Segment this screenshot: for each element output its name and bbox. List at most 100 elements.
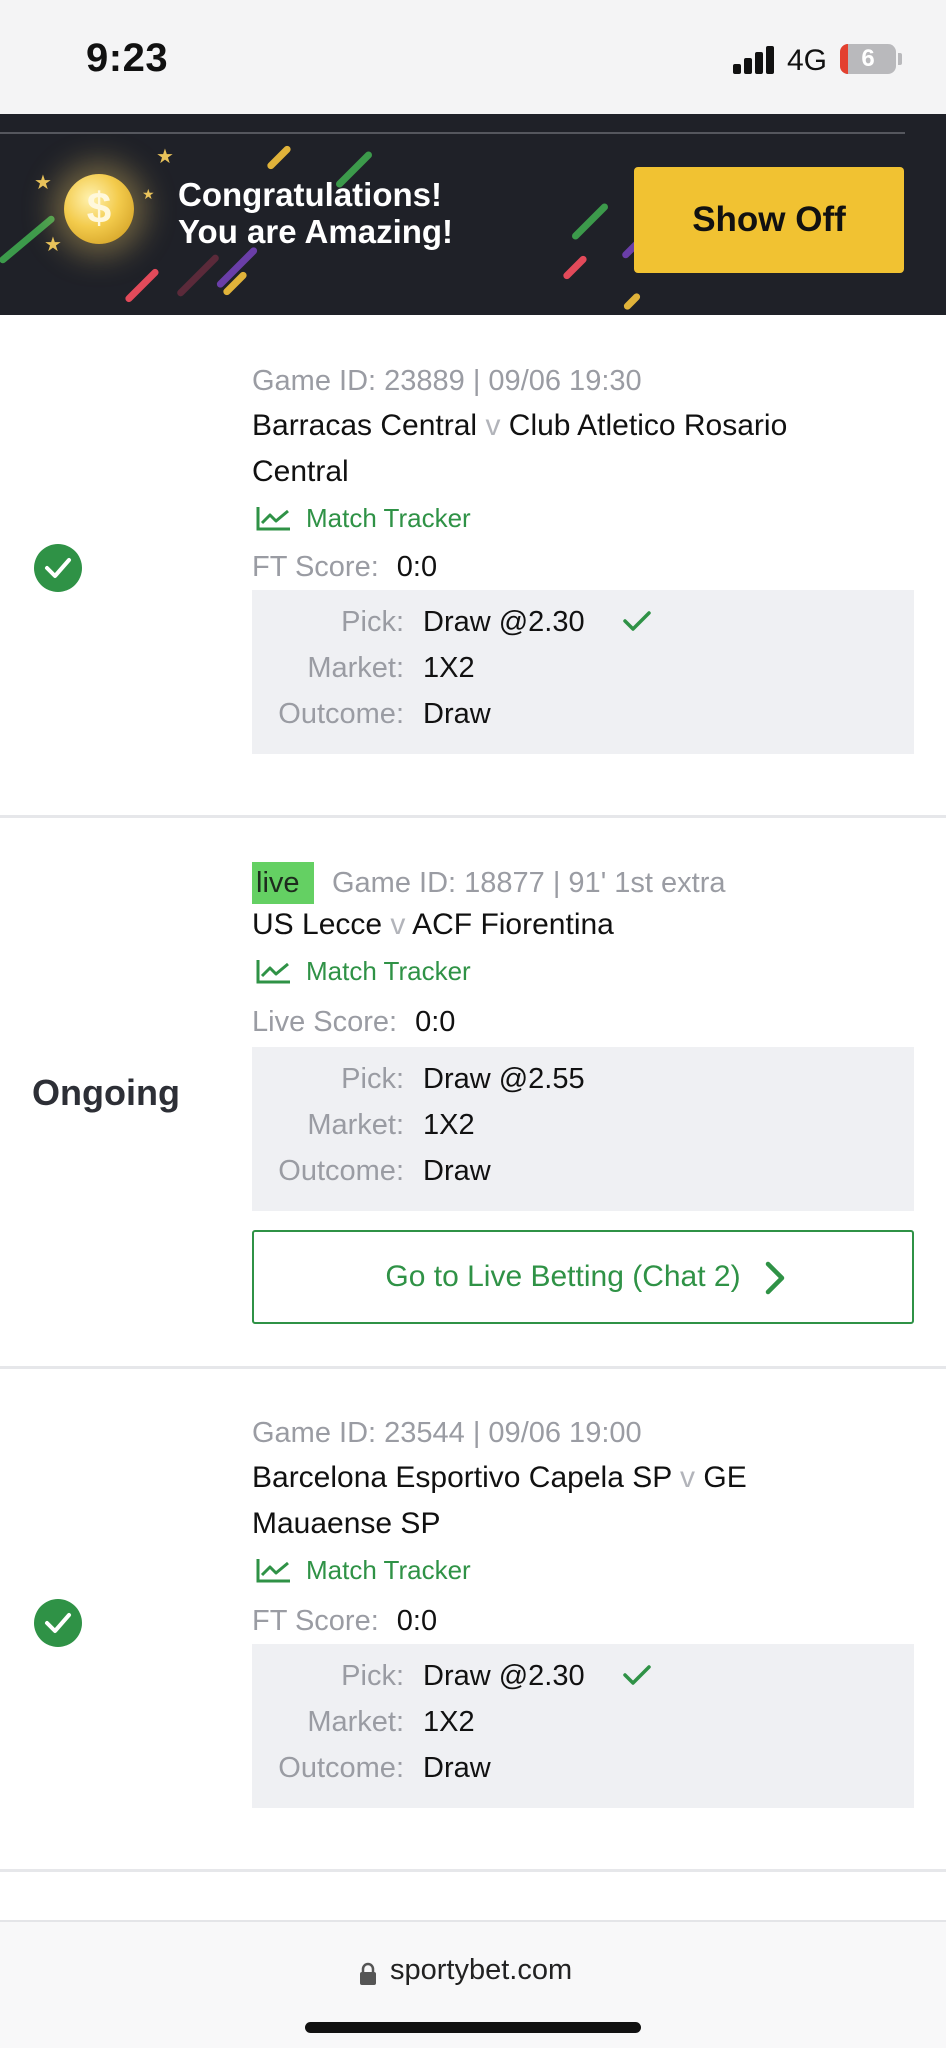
outcome-label: Outcome: — [278, 1155, 404, 1187]
match-tracker-link[interactable]: Match Tracker — [252, 501, 492, 535]
pick-row: Pick: Draw @2.30 — [252, 606, 914, 652]
url-address[interactable]: sportybet.com — [390, 1954, 572, 1987]
market-label: Market: — [307, 1109, 404, 1141]
battery-level: 6 — [861, 45, 875, 72]
bet-card: Ongoing live Game ID: 18877 | 91' 1st ex… — [0, 818, 946, 1366]
pick-label: Pick: — [341, 606, 404, 638]
market-row: Market: 1X2 — [252, 652, 914, 698]
match-teams: US Lecce v ACF Fiorentina — [252, 902, 892, 948]
pick-value: Draw @2.55 — [423, 1063, 585, 1095]
vs-label: v — [680, 1461, 696, 1494]
score-value: 0:0 — [415, 1006, 456, 1038]
market-value: 1X2 — [423, 1706, 475, 1738]
home-team: Barracas Central — [252, 409, 478, 442]
match-tracker-label: Match Tracker — [306, 956, 471, 986]
vs-label: v — [390, 908, 406, 941]
outcome-label: Outcome: — [278, 1752, 404, 1784]
bet-card: Game ID: 23544 | 09/06 19:00 Barcelona E… — [0, 1369, 946, 1869]
coin-icon: $ — [64, 174, 134, 244]
market-value: 1X2 — [423, 1109, 475, 1141]
match-tracker-link[interactable]: Match Tracker — [252, 1553, 492, 1587]
status-time: 9:23 — [86, 36, 169, 80]
cellular-signal-icon — [733, 46, 777, 74]
game-id: Game ID: 23889 | 09/06 19:30 — [252, 365, 642, 397]
pick-row: Pick: Draw @2.55 — [252, 1063, 914, 1109]
chevron-right-icon — [765, 1261, 785, 1295]
confetti-streak — [265, 144, 293, 171]
pick-details: Pick: Draw @2.55 Market: 1X2 Outcome: Dr… — [252, 1047, 914, 1211]
banner-message: Congratulations! You are Amazing! — [178, 176, 454, 250]
check-circle-icon — [34, 544, 82, 592]
score-line: Live Score: 0:0 — [252, 1006, 455, 1039]
pick-row: Pick: Draw @2.30 — [252, 1660, 914, 1706]
go-to-live-betting-button[interactable]: Go to Live Betting (Chat 2) — [252, 1230, 914, 1324]
confetti-streak — [622, 291, 642, 312]
battery-icon: 6 — [840, 44, 896, 74]
show-off-button[interactable]: Show Off — [634, 167, 904, 273]
outcome-row: Outcome: Draw — [252, 698, 914, 744]
star-icon: ★ — [44, 234, 62, 256]
bet-status: Ongoing — [32, 1072, 180, 1113]
confetti-streak — [175, 253, 221, 298]
coin-symbol: $ — [86, 184, 112, 233]
checkmark-icon — [623, 1665, 651, 1685]
match-teams: Barcelona Esportivo Capela SP v GE Mauae… — [252, 1455, 892, 1547]
confetti-streak — [570, 202, 610, 241]
score-label: FT Score: — [252, 551, 379, 583]
star-icon: ★ — [156, 146, 174, 168]
line-chart-icon — [256, 960, 290, 984]
market-value: 1X2 — [423, 652, 475, 684]
star-icon: ★ — [34, 172, 52, 194]
game-id: Game ID: 18877 | 91' 1st extra — [332, 867, 726, 899]
outcome-value: Draw — [423, 698, 491, 730]
market-row: Market: 1X2 — [252, 1706, 914, 1752]
home-team: US Lecce — [252, 908, 383, 941]
outcome-value: Draw — [423, 1155, 491, 1187]
market-label: Market: — [307, 652, 404, 684]
score-line: FT Score: 0:0 — [252, 551, 437, 584]
score-value: 0:0 — [396, 551, 438, 583]
pick-value: Draw @2.30 — [423, 606, 585, 638]
banner-divider — [0, 132, 905, 134]
match-teams: Barracas Central v Club Atletico Rosario… — [252, 403, 892, 495]
match-tracker-link[interactable]: Match Tracker — [252, 954, 492, 988]
outcome-label: Outcome: — [278, 698, 404, 730]
market-label: Market: — [307, 1706, 404, 1738]
live-badge: live — [252, 862, 314, 904]
home-team: Barcelona Esportivo Capela SP — [252, 1461, 672, 1494]
score-label: Live Score: — [252, 1006, 398, 1038]
away-team: ACF Fiorentina — [412, 908, 614, 941]
match-tracker-label: Match Tracker — [306, 503, 471, 533]
line-chart-icon — [256, 507, 290, 531]
congrats-banner: ★ ★ ★ ★ $ Congratulations! You are Amazi… — [0, 114, 946, 315]
star-icon: ★ — [142, 186, 155, 202]
game-id: Game ID: 23544 | 09/06 19:00 — [252, 1417, 642, 1449]
pick-details: Pick: Draw @2.30 Market: 1X2 Outcome: Dr… — [252, 590, 914, 754]
pick-label: Pick: — [341, 1063, 404, 1095]
vs-label: v — [485, 409, 501, 442]
score-label: FT Score: — [252, 1605, 379, 1637]
checkmark-icon — [623, 611, 651, 631]
battery-cap — [898, 53, 902, 65]
line-chart-icon — [256, 1559, 290, 1583]
confetti-streak — [123, 267, 161, 304]
lock-icon — [360, 1962, 376, 1985]
card-divider — [0, 1869, 946, 1872]
pick-value: Draw @2.30 — [423, 1660, 585, 1692]
status-bar: 9:23 4G 6 — [0, 0, 946, 114]
home-indicator[interactable] — [305, 2022, 641, 2033]
score-line: FT Score: 0:0 — [252, 1605, 437, 1638]
outcome-row: Outcome: Draw — [252, 1752, 914, 1798]
outcome-row: Outcome: Draw — [252, 1155, 914, 1201]
market-row: Market: 1X2 — [252, 1109, 914, 1155]
check-circle-icon — [34, 1599, 82, 1647]
bet-card: Game ID: 23889 | 09/06 19:30 Barracas Ce… — [0, 315, 946, 815]
outcome-value: Draw — [423, 1752, 491, 1784]
match-tracker-label: Match Tracker — [306, 1555, 471, 1585]
network-type: 4G — [787, 44, 828, 77]
pick-label: Pick: — [341, 1660, 404, 1692]
pick-details: Pick: Draw @2.30 Market: 1X2 Outcome: Dr… — [252, 1644, 914, 1808]
score-value: 0:0 — [396, 1605, 438, 1637]
confetti-streak — [561, 254, 589, 281]
browser-bar: sportybet.com — [0, 1920, 946, 2048]
